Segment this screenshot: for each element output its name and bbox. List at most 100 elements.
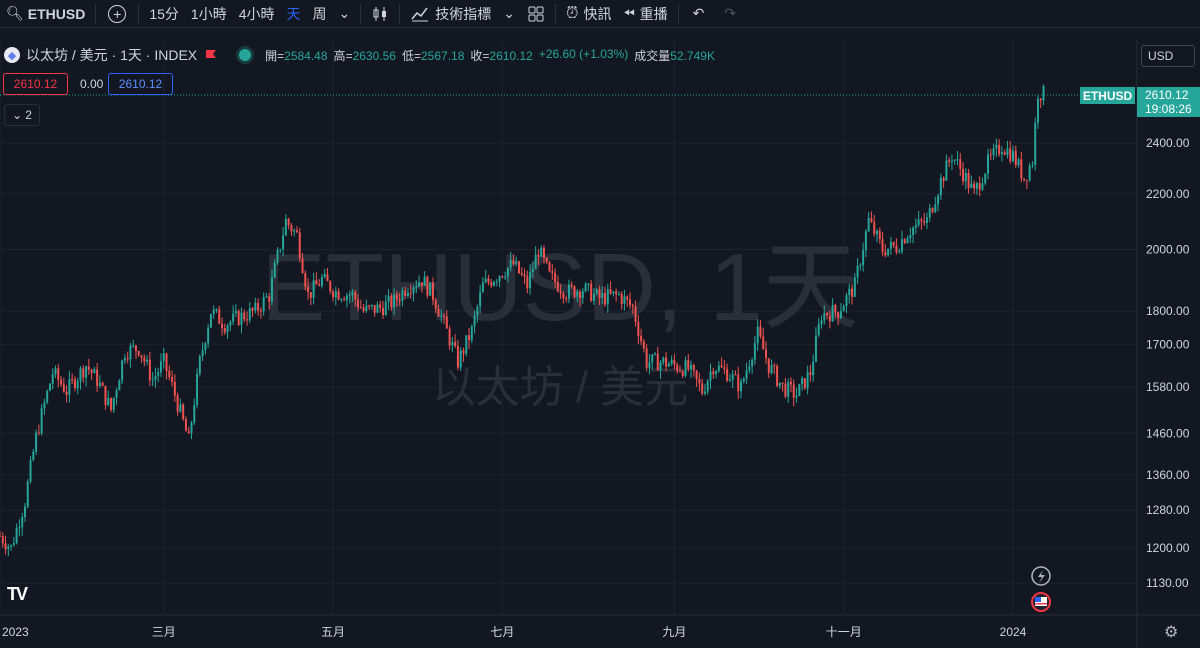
- buy-price-box[interactable]: 2610.12: [108, 73, 173, 95]
- candle-body: [140, 355, 143, 358]
- currency-label: USD: [1148, 49, 1174, 63]
- symbol-legend: ◆ 以太坊 / 美元 · 1天 · INDEX 開=2584.48 高=2630…: [4, 44, 715, 66]
- candle-body: [554, 272, 557, 283]
- y-tick-label: 2400.00: [1146, 136, 1190, 150]
- y-tick-label: 1460.00: [1146, 426, 1190, 440]
- candle-body: [512, 260, 515, 265]
- candle-body: [559, 291, 562, 294]
- market-status-icon[interactable]: [239, 49, 252, 61]
- toolbar-divider: [677, 3, 679, 24]
- replay-label: 重播: [639, 5, 668, 22]
- toolbar-divider: [554, 3, 556, 24]
- interval-1d[interactable]: 天: [281, 0, 307, 28]
- gear-icon[interactable]: ⚙︎: [1164, 622, 1178, 642]
- candle-body: [795, 395, 798, 398]
- candle-body: [623, 296, 626, 304]
- indicators-dropdown-chevron-icon[interactable]: ⌄: [497, 0, 521, 28]
- high-label: 高: [333, 48, 346, 63]
- compare-button[interactable]: +: [100, 0, 134, 28]
- candle-body: [878, 230, 881, 240]
- candle-body: [468, 335, 471, 341]
- symbol-search[interactable]: 🔍︎ ETHUSD: [0, 0, 91, 28]
- candle-body: [87, 366, 90, 370]
- candle-body: [10, 545, 13, 547]
- candle-body: [687, 360, 690, 370]
- candle-body: [18, 527, 21, 529]
- candle-body: [26, 481, 29, 507]
- candle-body: [950, 160, 953, 162]
- interval-1w[interactable]: 周: [307, 0, 333, 28]
- chart-type-button[interactable]: [365, 0, 395, 28]
- candle-body: [354, 292, 357, 300]
- candle-body: [270, 277, 273, 302]
- flag-icon[interactable]: [205, 49, 217, 61]
- candle-body: [814, 335, 817, 362]
- candle-body: [434, 299, 437, 309]
- interval-1h[interactable]: 1小時: [185, 0, 233, 28]
- candle-body: [989, 154, 992, 156]
- x-tick-label: 七月: [490, 625, 514, 639]
- candle-body: [581, 291, 584, 299]
- candle-body: [381, 307, 384, 316]
- tradingview-logo[interactable]: TV: [7, 584, 28, 605]
- candle-body: [995, 144, 998, 149]
- candle-body: [384, 301, 387, 316]
- legend-title[interactable]: 以太坊 / 美元 · 1天 · INDEX: [26, 45, 197, 65]
- candle-body: [562, 293, 565, 299]
- interval-dropdown-chevron-icon[interactable]: ⌄: [333, 0, 357, 28]
- candle-body: [864, 231, 867, 251]
- candle-body: [456, 345, 459, 368]
- candle-body: [440, 315, 443, 317]
- candle-body: [481, 282, 484, 293]
- candle-body: [462, 350, 465, 354]
- candle-body: [65, 391, 68, 395]
- candle-body: [159, 361, 162, 373]
- candle-body: [695, 370, 698, 380]
- replay-button[interactable]: ⏪︎ 重播: [617, 0, 673, 28]
- candle-body: [137, 351, 140, 356]
- indicators-collapse-button[interactable]: ⌄ 2: [4, 104, 40, 126]
- currency-select[interactable]: USD: [1141, 45, 1195, 67]
- interval-4h[interactable]: 4小時: [233, 0, 281, 28]
- candle-body: [909, 234, 912, 239]
- candle-body: [201, 350, 204, 357]
- candle-body: [398, 299, 401, 301]
- candle-body: [332, 291, 335, 298]
- candle-body: [520, 273, 523, 275]
- candle-body: [412, 287, 415, 294]
- candle-body: [939, 177, 942, 196]
- candle-body: [404, 290, 407, 296]
- redo-button[interactable]: ↷: [714, 0, 746, 28]
- candle-body: [792, 384, 795, 398]
- candle-body: [576, 291, 579, 297]
- candle-body: [1009, 148, 1012, 162]
- sell-price-box[interactable]: 2610.12: [3, 73, 68, 95]
- candle-body: [609, 289, 612, 294]
- candle-body: [862, 250, 865, 266]
- interval-15m[interactable]: 15分: [143, 0, 185, 28]
- x-tick-label: 2024: [1000, 625, 1027, 639]
- candle-body: [79, 368, 82, 382]
- candle-body: [651, 354, 654, 363]
- candle-body: [981, 183, 984, 190]
- candle-body: [515, 261, 518, 265]
- candle-body: [420, 282, 423, 286]
- candle-body: [73, 379, 76, 389]
- candle-body: [479, 292, 482, 307]
- undo-button[interactable]: ↶: [683, 0, 715, 28]
- candle-body: [731, 374, 734, 380]
- alert-button[interactable]: ⏰︎ 快訊: [560, 0, 617, 28]
- layout-button[interactable]: [521, 0, 551, 28]
- candle-body: [187, 431, 190, 434]
- last-price-symbol-label: ETHUSD: [1080, 87, 1135, 104]
- candle-body: [437, 308, 440, 317]
- candle-body: [770, 364, 773, 373]
- candle-body: [573, 286, 576, 297]
- price-chart[interactable]: ETHUSD, 1天 以太坊 / 美元 1130.001200.001280.0…: [0, 0, 1200, 648]
- candle-body: [967, 172, 970, 188]
- indicators-button[interactable]: 技術指標: [404, 0, 497, 28]
- candle-body: [681, 371, 684, 376]
- candle-body: [21, 516, 24, 528]
- candle-body: [445, 316, 448, 329]
- candle-body: [659, 362, 662, 371]
